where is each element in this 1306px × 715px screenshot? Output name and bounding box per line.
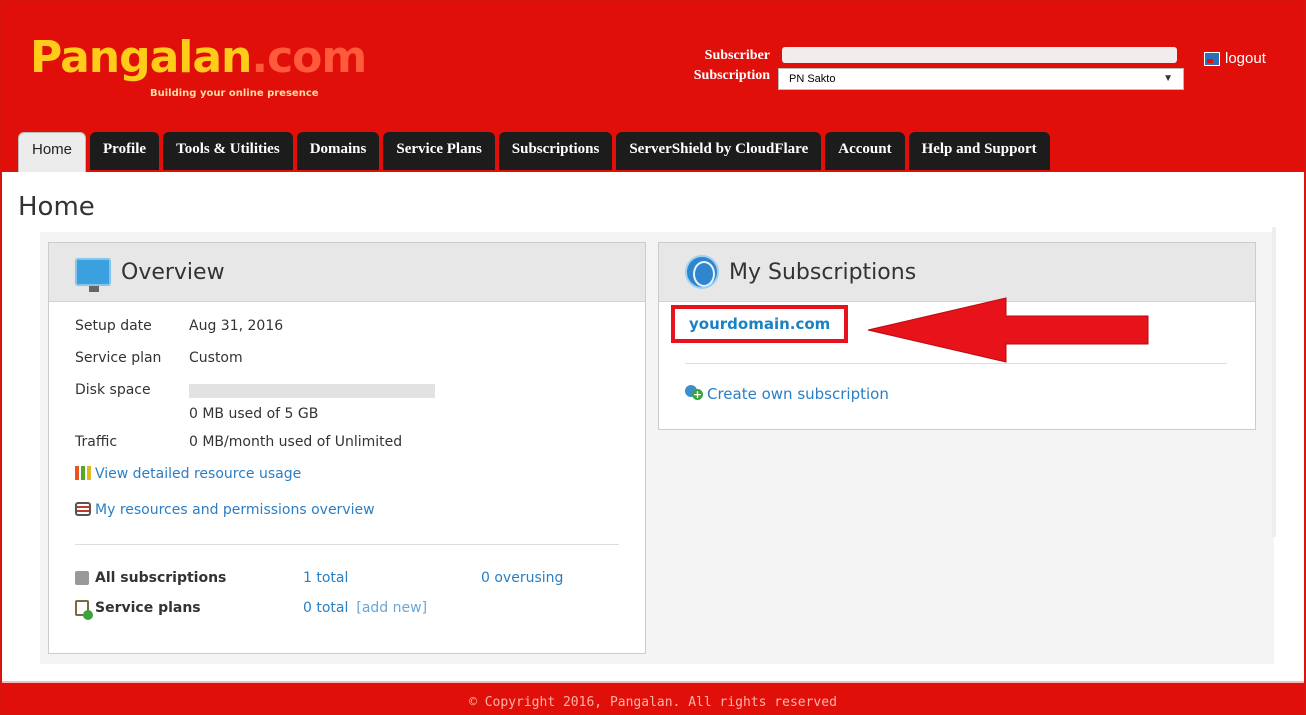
footer: © Copyright 2016, Pangalan. All rights r…	[2, 683, 1304, 713]
setup-date-row: Setup date Aug 31, 2016	[75, 318, 645, 350]
highlight-arrow-icon	[867, 297, 1149, 363]
resources-link[interactable]: My resources and permissions overview	[75, 502, 375, 518]
main-tabs: Home Profile Tools & Utilities Domains S…	[18, 132, 1050, 172]
service-plans-label: Service plans	[95, 600, 201, 616]
arrow-shape	[867, 297, 1149, 363]
subscriptions-icon	[75, 571, 89, 585]
page-title: Home	[18, 192, 95, 222]
view-usage-link-label: View detailed resource usage	[95, 466, 302, 482]
service-plans-row: Service plans 0 total [add new]	[75, 593, 645, 623]
logout-icon	[1204, 51, 1220, 66]
add-subscription-icon	[685, 385, 703, 401]
all-subscriptions-row: All subscriptions 1 total 0 overusing	[75, 563, 645, 593]
subscriptions-title: My Subscriptions	[729, 259, 917, 285]
logout-link[interactable]: logout	[1204, 50, 1266, 67]
header: Pangalan.com Building your online presen…	[2, 2, 1304, 172]
disk-space-label: Disk space	[75, 382, 151, 398]
service-plan-label: Service plan	[75, 350, 162, 366]
setup-date-label: Setup date	[75, 318, 152, 334]
overusing-link[interactable]: 0 overusing	[481, 570, 563, 586]
monitor-icon	[75, 258, 111, 292]
overview-title: Overview	[121, 259, 225, 285]
clipboard-icon	[75, 600, 93, 620]
traffic-label: Traffic	[75, 434, 118, 450]
logo[interactable]: Pangalan.com	[30, 36, 367, 80]
subscriber-value-redacted	[782, 47, 1177, 63]
tab-servershield[interactable]: ServerShield by CloudFlare	[616, 132, 822, 170]
copyright-text: © Copyright 2016, Pangalan. All rights r…	[469, 695, 837, 710]
overview-header: Overview	[49, 243, 645, 302]
service-plan-value: Custom	[189, 350, 243, 366]
disk-usage-bar	[189, 384, 435, 398]
tab-account[interactable]: Account	[825, 132, 905, 170]
resources-link-label: My resources and permissions overview	[95, 502, 375, 518]
bar-chart-icon	[75, 466, 91, 480]
view-usage-row: View detailed resource usage	[75, 466, 645, 502]
subscription-label: Subscription	[693, 68, 770, 83]
subscription-select[interactable]: PN Sakto ▼	[778, 68, 1184, 90]
view-usage-link[interactable]: View detailed resource usage	[75, 466, 301, 482]
tab-tools-utilities[interactable]: Tools & Utilities	[163, 132, 293, 170]
tab-home[interactable]: Home	[18, 132, 87, 172]
scrollbar-track[interactable]	[1272, 227, 1276, 537]
tab-profile[interactable]: Profile	[90, 132, 160, 170]
tab-domains[interactable]: Domains	[296, 132, 380, 170]
subscriber-labels: Subscriber Subscription	[678, 46, 770, 86]
subscriber-label: Subscriber	[704, 48, 770, 63]
traffic-value: 0 MB/month used of Unlimited	[189, 434, 403, 450]
logout-label: logout	[1225, 50, 1266, 67]
tagline: Building your online presence	[150, 88, 319, 99]
dropdown-arrow-icon: ▼	[1163, 73, 1173, 84]
create-subscription-label: Create own subscription	[707, 385, 889, 403]
subscription-domain-link[interactable]: yourdomain.com	[671, 305, 849, 343]
resources-row: My resources and permissions overview	[75, 502, 645, 534]
tab-service-plans[interactable]: Service Plans	[383, 132, 495, 170]
all-subscriptions-label: All subscriptions	[95, 570, 227, 586]
create-subscription-link[interactable]: Create own subscription	[685, 385, 889, 403]
overview-panel: Overview Setup date Aug 31, 2016 Service…	[48, 242, 646, 654]
tab-help-support[interactable]: Help and Support	[908, 132, 1050, 170]
subscriptions-header: My Subscriptions	[659, 243, 1255, 302]
traffic-row: Traffic 0 MB/month used of Unlimited	[75, 434, 645, 466]
disk-space-row: Disk space 0 MB used of 5 GB	[75, 382, 645, 434]
add-new-link[interactable]: [add new]	[356, 600, 427, 616]
tab-subscriptions[interactable]: Subscriptions	[498, 132, 613, 170]
logo-text: Pangalan	[30, 32, 252, 83]
list-icon	[75, 502, 91, 516]
service-plans-total-link[interactable]: 0 total	[303, 600, 348, 616]
service-plan-row: Service plan Custom	[75, 350, 645, 382]
all-subscriptions-total-link[interactable]: 1 total	[303, 570, 481, 586]
logo-suffix: .com	[251, 32, 367, 83]
globe-icon	[685, 255, 719, 289]
disk-space-value: 0 MB used of 5 GB	[189, 406, 319, 422]
app-frame: Pangalan.com Building your online presen…	[0, 0, 1306, 715]
subscription-select-value: PN Sakto	[789, 73, 836, 85]
setup-date-value: Aug 31, 2016	[189, 318, 284, 334]
